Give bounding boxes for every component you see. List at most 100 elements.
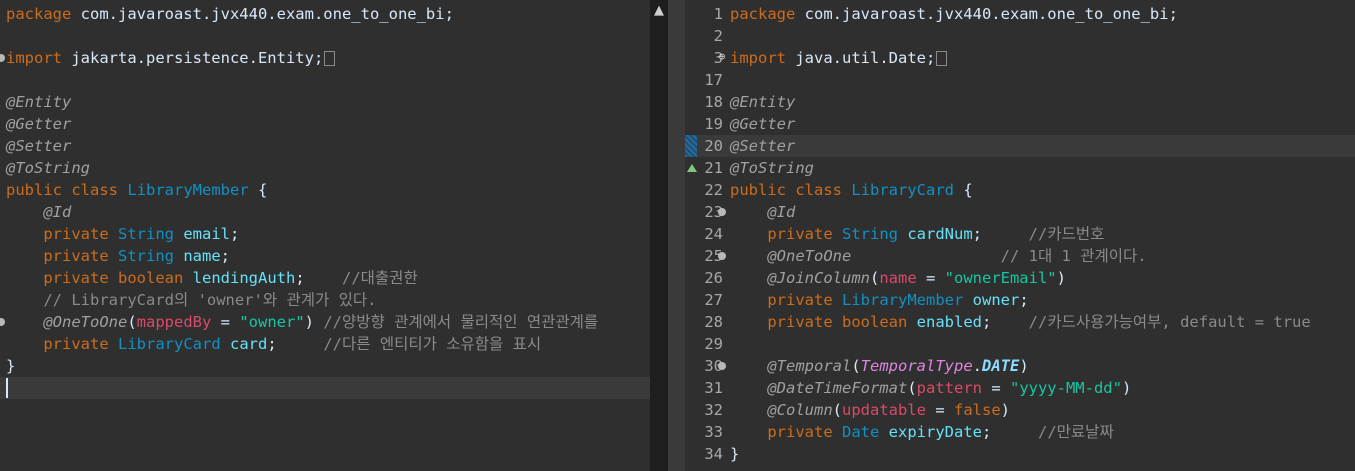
code-line[interactable]: 27 private LibraryMember owner;: [685, 289, 1355, 311]
code-token: //다른 엔티티가 소유함을 표시: [323, 335, 542, 353]
code-line[interactable]: 30 @Temporal(TemporalType.DATE): [685, 355, 1355, 377]
code-token: ;: [267, 335, 324, 353]
code-line[interactable]: 34}: [685, 443, 1355, 465]
code-line[interactable]: 28 private boolean enabled; //카드사용가능여부, …: [685, 311, 1355, 333]
code-line[interactable]: private LibraryCard card; //다른 엔티티가 소유함을…: [0, 333, 650, 355]
code-token: public: [6, 181, 62, 199]
code-token: //대출권한: [342, 269, 418, 287]
code-line[interactable]: 22 public class LibraryCard {: [685, 179, 1355, 201]
code-line[interactable]: private String name;: [0, 245, 650, 267]
code-token: "owner": [239, 313, 305, 331]
code-text: private String email;: [6, 223, 239, 245]
editor-split-divider[interactable]: [668, 0, 685, 471]
code-token: name: [183, 247, 221, 265]
code-line[interactable]: 25 @OneToOne // 1대 1 관계이다.: [685, 245, 1355, 267]
code-line[interactable]: 24 private String cardNum; //카드번호: [685, 223, 1355, 245]
code-token: import: [730, 49, 786, 67]
code-text: public class LibraryMember {: [6, 179, 267, 201]
code-token: (: [127, 313, 137, 331]
code-line[interactable]: 26 @JoinColumn(name = "ownerEmail"): [685, 267, 1355, 289]
code-line[interactable]: @Id: [0, 201, 650, 223]
code-line[interactable]: 18 @Entity: [685, 91, 1355, 113]
code-line[interactable]: 33 private Date expiryDate; //만료날짜: [685, 421, 1355, 443]
code-line[interactable]: 2: [685, 25, 1355, 47]
code-line[interactable]: public class LibraryMember {: [0, 179, 650, 201]
code-text: }: [730, 443, 739, 465]
fold-toggle-icon[interactable]: [718, 252, 726, 260]
code-line[interactable]: private boolean lendingAuth; //대출권한: [0, 267, 650, 289]
code-text: package com.javaroast.jvx440.exam.one_to…: [730, 3, 1178, 25]
code-token: name: [879, 269, 917, 287]
code-token: cardNum: [907, 225, 973, 243]
code-text: import jakarta.persistence.Entity;: [6, 47, 336, 69]
code-line[interactable]: @Setter: [0, 135, 650, 157]
right-editor-pane[interactable]: 1 package com.javaroast.jvx440.exam.one_t…: [685, 0, 1355, 471]
code-line[interactable]: 20 @Setter: [685, 135, 1355, 157]
collapsed-imports-icon[interactable]: [324, 51, 336, 66]
code-text: @Id: [6, 201, 71, 223]
code-token: {: [954, 181, 973, 199]
code-token: private: [767, 225, 833, 243]
code-line[interactable]: // LibraryCard의 'owner'와 관계가 있다.: [0, 289, 650, 311]
code-line[interactable]: @Entity: [0, 91, 650, 113]
fold-toggle-icon[interactable]: [0, 54, 5, 62]
left-editor-vertical-scrollbar[interactable]: ▲: [650, 0, 668, 471]
code-line[interactable]: @Getter: [0, 113, 650, 135]
code-token: ;: [1019, 291, 1029, 309]
code-token: private: [43, 335, 109, 353]
code-line[interactable]: 17: [685, 69, 1355, 91]
line-number: 1: [713, 5, 723, 23]
line-number: 26: [704, 269, 723, 287]
code-token: package: [730, 5, 796, 23]
code-token: ): [1121, 379, 1132, 397]
code-token: ): [1056, 269, 1066, 287]
code-line[interactable]: 31 @DateTimeFormat(pattern = "yyyy-MM-dd…: [685, 377, 1355, 399]
code-token: lendingAuth: [192, 269, 296, 287]
code-line[interactable]: }: [0, 355, 650, 377]
code-text: }: [6, 355, 15, 377]
code-text: @Setter: [6, 135, 71, 157]
code-line[interactable]: 21 @ToString: [685, 157, 1355, 179]
collapsed-imports-icon[interactable]: [936, 51, 948, 66]
code-line[interactable]: 1 package com.javaroast.jvx440.exam.one_t…: [685, 3, 1355, 25]
code-line[interactable]: 19 @Getter: [685, 113, 1355, 135]
left-editor-pane[interactable]: package com.javaroast.jvx440.exam.one_to…: [0, 0, 650, 471]
code-line[interactable]: @OneToOne(mappedBy = "owner") //양방향 관계에서…: [0, 311, 650, 333]
code-token: {: [248, 181, 268, 199]
code-line[interactable]: 29: [685, 333, 1355, 355]
code-line[interactable]: private String email;: [0, 223, 650, 245]
fold-toggle-icon[interactable]: [718, 208, 726, 216]
code-line[interactable]: package com.javaroast.jvx440.exam.one_to…: [0, 3, 650, 25]
code-line[interactable]: 32 @Column(updatable = false): [685, 399, 1355, 421]
code-line[interactable]: 3 import java.util.Date; ⊕: [685, 47, 1355, 69]
scroll-up-arrow-icon[interactable]: ▲: [650, 2, 668, 20]
change-marker-icon: [685, 135, 697, 157]
line-number: 33: [704, 423, 723, 441]
code-token: @Column: [767, 401, 833, 419]
warning-triangle-icon[interactable]: [687, 164, 697, 172]
code-token: pattern: [916, 379, 982, 397]
code-line[interactable]: import jakarta.persistence.Entity;: [0, 47, 650, 69]
code-token: ;: [295, 269, 342, 287]
code-line[interactable]: @ToString: [0, 157, 650, 179]
code-token: =: [926, 401, 954, 419]
fold-toggle-icon[interactable]: [0, 318, 5, 326]
fold-toggle-icon[interactable]: [718, 362, 726, 370]
code-token: LibraryCard: [118, 335, 221, 353]
code-token: private: [43, 269, 109, 287]
expand-toggle-icon[interactable]: ⊕: [717, 51, 727, 62]
code-token: jakarta.persistence.Entity;: [62, 49, 324, 67]
code-line[interactable]: 23 @Id: [685, 201, 1355, 223]
code-line[interactable]: [0, 25, 650, 47]
code-line[interactable]: [0, 377, 650, 399]
code-line[interactable]: [0, 69, 650, 91]
line-number: 18: [704, 93, 723, 111]
